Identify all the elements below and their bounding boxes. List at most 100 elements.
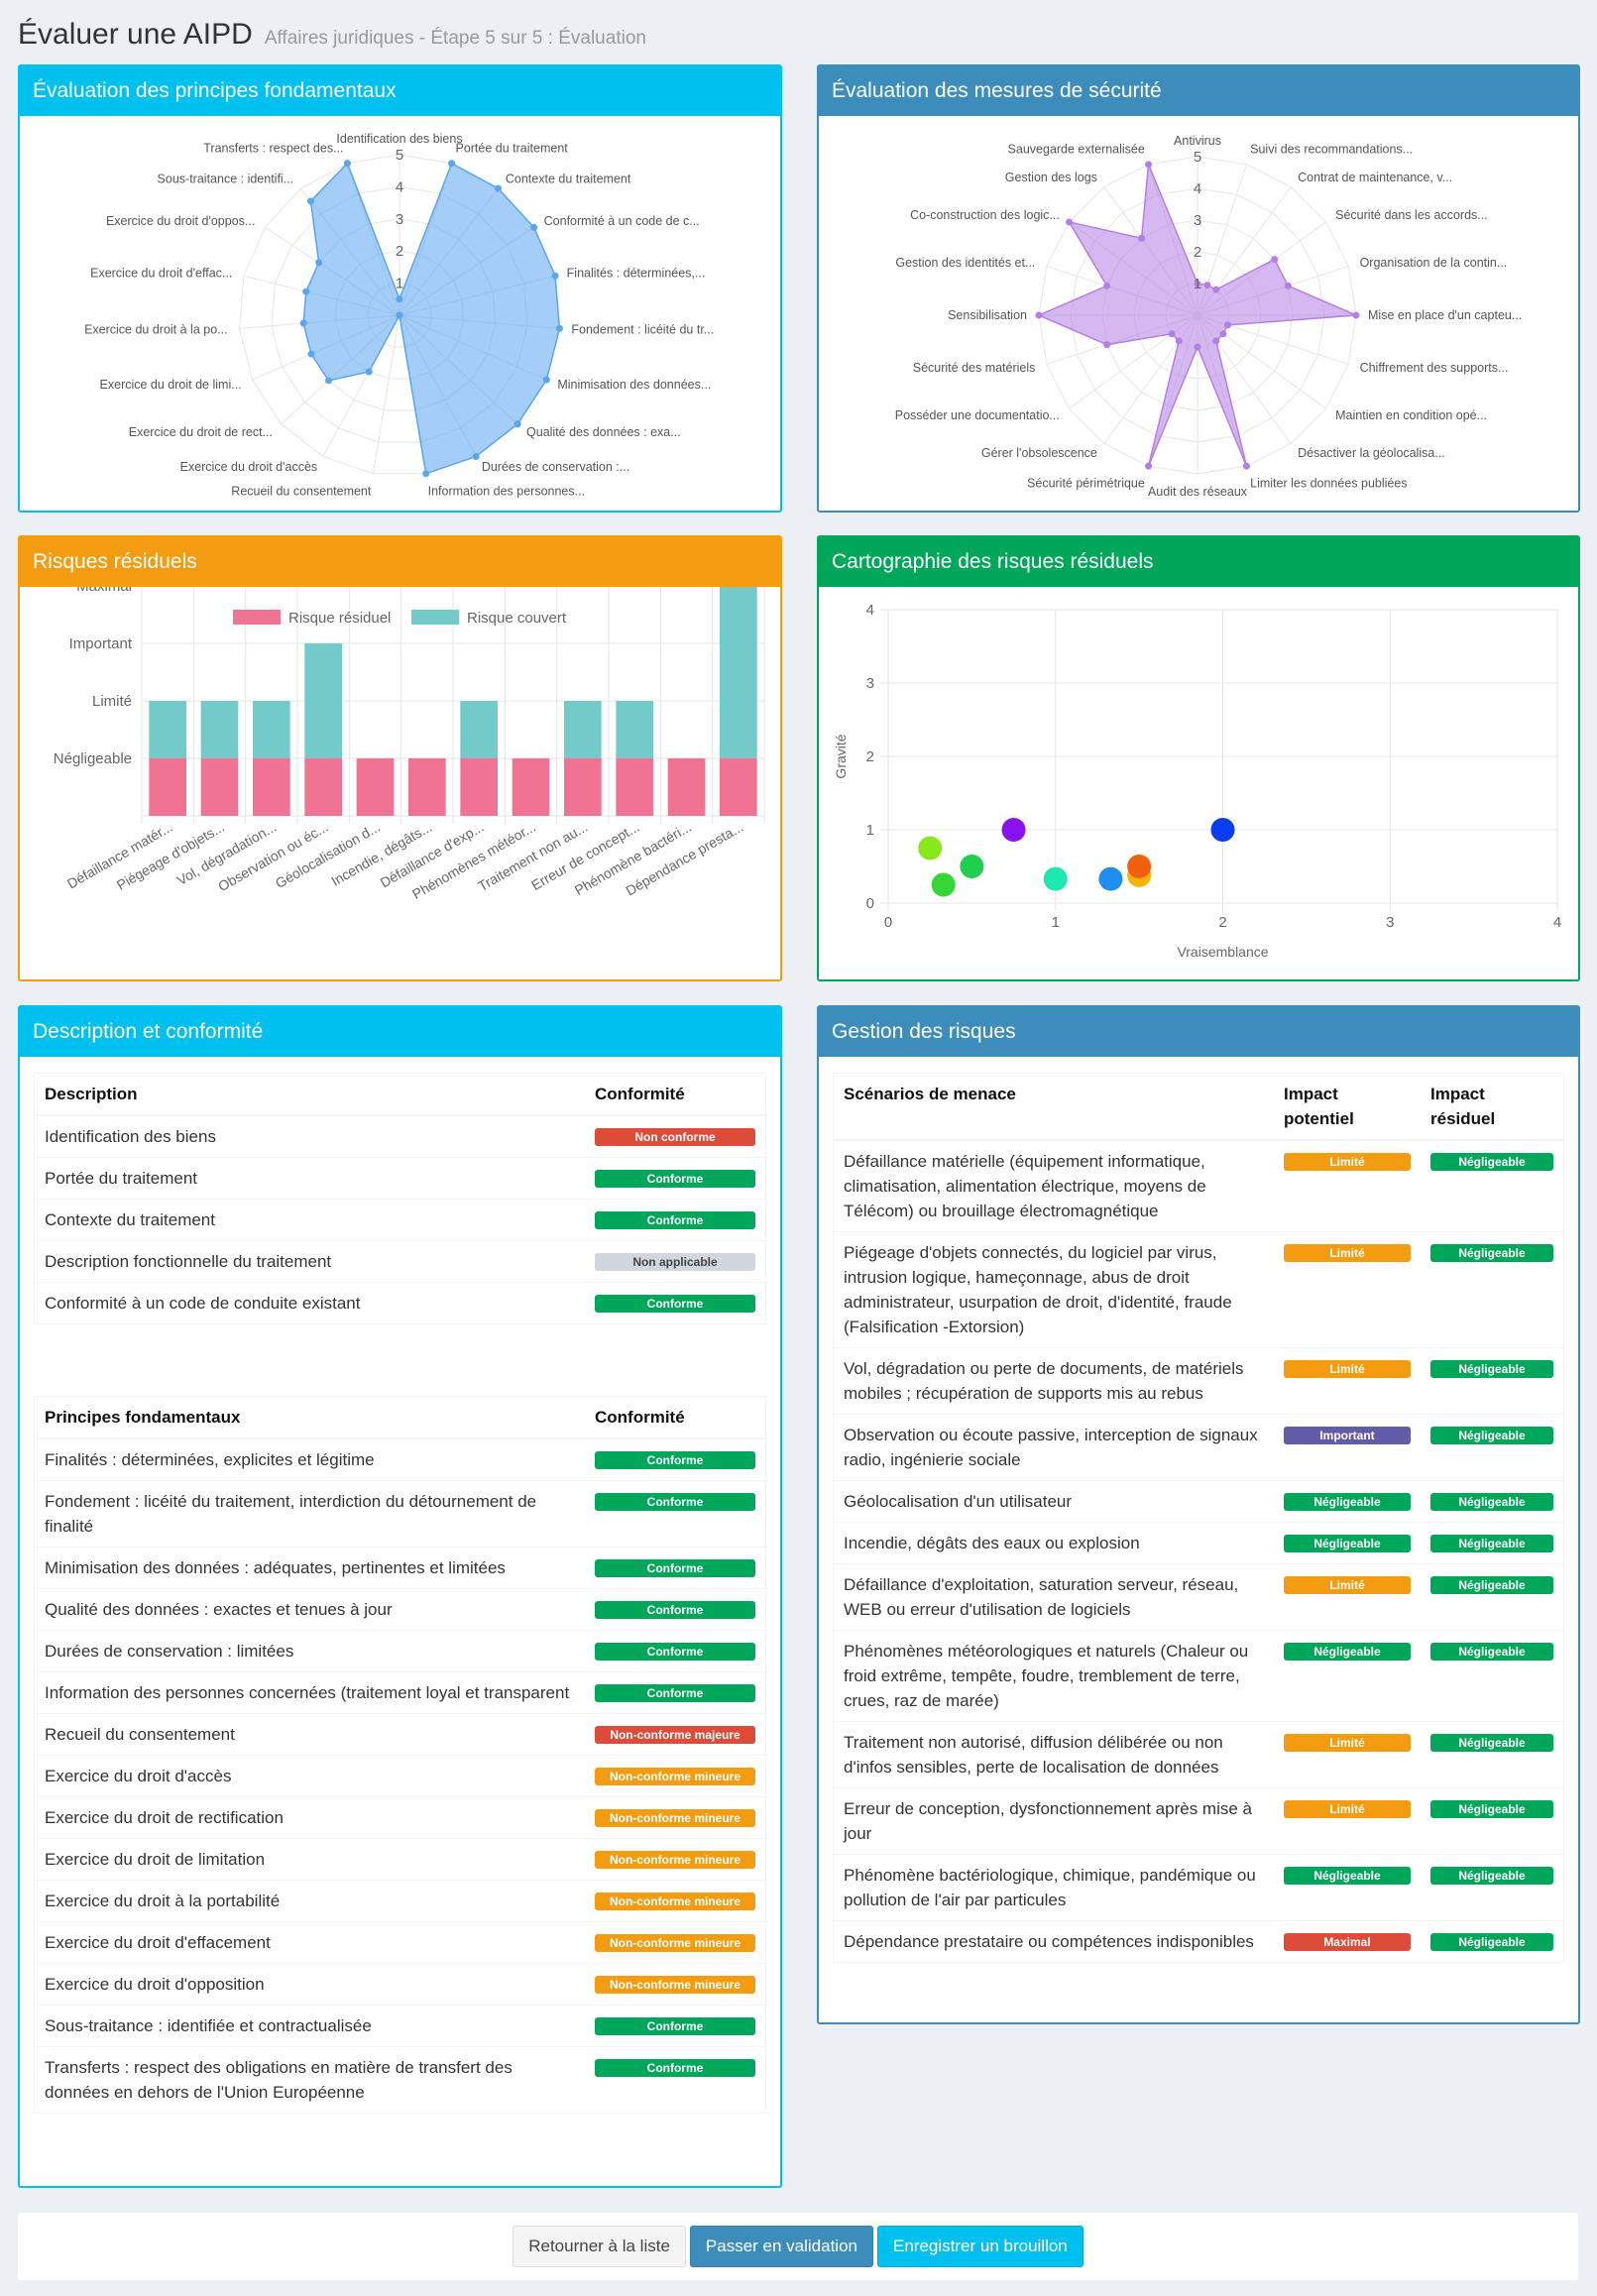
status-badge: Conforme xyxy=(595,1295,755,1313)
radar-axis-label: Gestion des identités et... xyxy=(895,256,1035,270)
impact-residuel-cell: Négligeable xyxy=(1421,1721,1563,1788)
status-badge: Non-conforme mineure xyxy=(595,1934,755,1952)
bar xyxy=(563,701,602,758)
radar-point xyxy=(1194,343,1201,351)
status-badge: Conforme xyxy=(595,1684,755,1702)
impact-residuel-badge: Négligeable xyxy=(1430,1643,1553,1661)
table-row: Exercice du droit d'opposition Non-confor… xyxy=(35,1963,765,2006)
table-row: Exercice du droit à la portabilité Non-co… xyxy=(35,1880,765,1922)
scatter-point xyxy=(918,836,943,861)
table-row: Géolocalisation d'un utilisateur Négligea… xyxy=(834,1480,1563,1523)
impact-potentiel-badge: Négligeable xyxy=(1284,1493,1411,1511)
scatter-point xyxy=(1098,866,1123,891)
radar-point xyxy=(343,160,351,168)
x-axis-label: Vraisemblance xyxy=(1177,944,1268,960)
gestion-risques-box: Gestion des risques Scénarios de menace … xyxy=(817,1005,1580,2024)
radar-point xyxy=(472,452,480,460)
table-row: Qualité des données : exactes et tenues … xyxy=(35,1588,765,1631)
radar-axis-label: Sous-traitance : identifi... xyxy=(158,172,294,186)
impact-residuel-cell: Négligeable xyxy=(1421,1414,1563,1481)
column-header-scenarios: Scénarios de menace xyxy=(834,1074,1274,1141)
status-badge: Conforme xyxy=(595,1601,755,1619)
radar-axis-label: Sauvegarde externalisée xyxy=(1008,142,1145,156)
table-row: Description fonctionnelle du traitement N… xyxy=(35,1240,765,1283)
row-label: Contexte du traitement xyxy=(35,1199,585,1241)
impact-residuel-cell: Négligeable xyxy=(1421,1920,1563,1962)
row-label: Fondement : licéité du traitement, inter… xyxy=(35,1480,585,1548)
row-status: Non-conforme majeure xyxy=(585,1713,765,1756)
scatter-point xyxy=(960,855,984,878)
radar-point xyxy=(530,223,538,231)
legend-swatch xyxy=(233,610,281,625)
radar-tick-label: 3 xyxy=(396,211,403,228)
row-label: Exercice du droit d'effacement xyxy=(35,1921,585,1964)
impact-residuel-badge: Négligeable xyxy=(1430,1933,1553,1951)
residuel-chart-box: Risques résiduels Négligeable Limité Impor… xyxy=(18,535,782,981)
scenario-label: Incendie, dégâts des eaux ou explosion xyxy=(834,1522,1274,1564)
table-row: Exercice du droit d'effacement Non-confor… xyxy=(35,1921,765,1964)
status-badge: Conforme xyxy=(595,1211,755,1229)
impact-potentiel-badge: Limité xyxy=(1284,1153,1411,1171)
impact-residuel-badge: Négligeable xyxy=(1430,1244,1553,1262)
impact-residuel-badge: Négligeable xyxy=(1430,1867,1553,1885)
impact-potentiel-cell: Limité xyxy=(1274,1139,1421,1232)
impact-residuel-cell: Négligeable xyxy=(1421,1347,1563,1415)
table-row: Sous-traitance : identifiée et contractu… xyxy=(35,2005,765,2047)
table-row: Vol, dégradation ou perte de documents, … xyxy=(834,1347,1563,1415)
radar-tick-label: 4 xyxy=(1194,180,1201,197)
radar-axis-label: Exercice du droit de limi... xyxy=(100,378,242,392)
box-title: Évaluation des mesures de sécurité xyxy=(819,66,1578,116)
x-tick-label: 0 xyxy=(884,914,892,931)
radar-point xyxy=(307,350,315,358)
radar-point xyxy=(315,259,323,267)
radar-point xyxy=(1168,330,1176,338)
radar-axis-label: Limiter les données publiées xyxy=(1250,477,1407,491)
box-title: Évaluation des principes fondamentaux xyxy=(20,66,780,116)
bar xyxy=(512,758,550,816)
bar xyxy=(252,758,290,816)
row-label: Exercice du droit d'accès xyxy=(35,1755,585,1797)
row-status: Non conforme xyxy=(585,1114,765,1158)
impact-residuel-cell: Négligeable xyxy=(1421,1231,1563,1348)
radar-point xyxy=(1103,282,1111,289)
radar-axis-label: Sécurité dans les accords... xyxy=(1335,208,1488,222)
scenario-label: Observation ou écoute passive, intercept… xyxy=(834,1414,1274,1481)
radar-axis-label: Portée du traitement xyxy=(455,141,568,155)
page-title: Évaluer une AIPD xyxy=(18,18,253,51)
radar-point xyxy=(542,376,550,384)
table-row: Défaillance matérielle (équipement infor… xyxy=(834,1139,1563,1232)
radar-axis-label: Durées de conservation :... xyxy=(482,460,629,474)
row-label: Qualité des données : exactes et tenues … xyxy=(35,1588,585,1631)
securite-radar-chart: 1 2 3 4 5Antivirus Suivi des recommandations.… xyxy=(895,134,1522,499)
y-tick-label: 2 xyxy=(866,748,874,765)
table-row: Observation ou écoute passive, intercept… xyxy=(834,1414,1563,1481)
radar-point xyxy=(1219,330,1227,338)
page-subtitle: Affaires juridiques - Étape 5 sur 5 : Év… xyxy=(264,28,646,49)
radar-point xyxy=(1035,311,1043,319)
radar-axis-label: Contrat de maintenance, v... xyxy=(1298,171,1452,184)
y-tick-label: Négligeable xyxy=(54,750,132,767)
impact-residuel-cell: Négligeable xyxy=(1421,1630,1563,1722)
radar-axis-label: Exercice du droit à la po... xyxy=(84,322,228,336)
column-header-conformite: Conformité xyxy=(585,1397,765,1439)
impact-residuel-badge: Négligeable xyxy=(1430,1800,1553,1818)
row-status: Non-conforme mineure xyxy=(585,1880,765,1922)
impact-potentiel-badge: Limité xyxy=(1284,1360,1411,1378)
scatter-point xyxy=(1127,855,1152,878)
impact-potentiel-badge: Limité xyxy=(1284,1734,1411,1752)
radar-axis-label: Co-construction des logic... xyxy=(910,208,1060,222)
table-row: Durées de conservation : limitées Conform… xyxy=(35,1630,765,1672)
save-draft-button[interactable]: Enregistrer un brouillon xyxy=(877,2226,1084,2267)
radar-point xyxy=(302,287,310,295)
row-label: Recueil du consentement xyxy=(35,1713,585,1756)
carto-scatter-chart: 0 1 2 3 4 0 1 2 3 4 Vraisemblance Gravité xyxy=(833,602,1561,960)
back-to-list-button[interactable]: Retourner à la liste xyxy=(513,2226,686,2267)
impact-residuel-cell: Négligeable xyxy=(1421,1522,1563,1564)
radar-tick-label: 4 xyxy=(396,178,403,195)
column-header-principes: Principes fondamentaux xyxy=(35,1397,585,1439)
submit-validation-button[interactable]: Passer en validation xyxy=(689,2226,873,2267)
radar-axis-label: Organisation de la contin... xyxy=(1360,256,1508,270)
scenario-label: Défaillance matérielle (équipement infor… xyxy=(834,1139,1274,1232)
table-row: Fondement : licéité du traitement, inter… xyxy=(35,1480,765,1548)
scenario-label: Géolocalisation d'un utilisateur xyxy=(834,1480,1274,1523)
